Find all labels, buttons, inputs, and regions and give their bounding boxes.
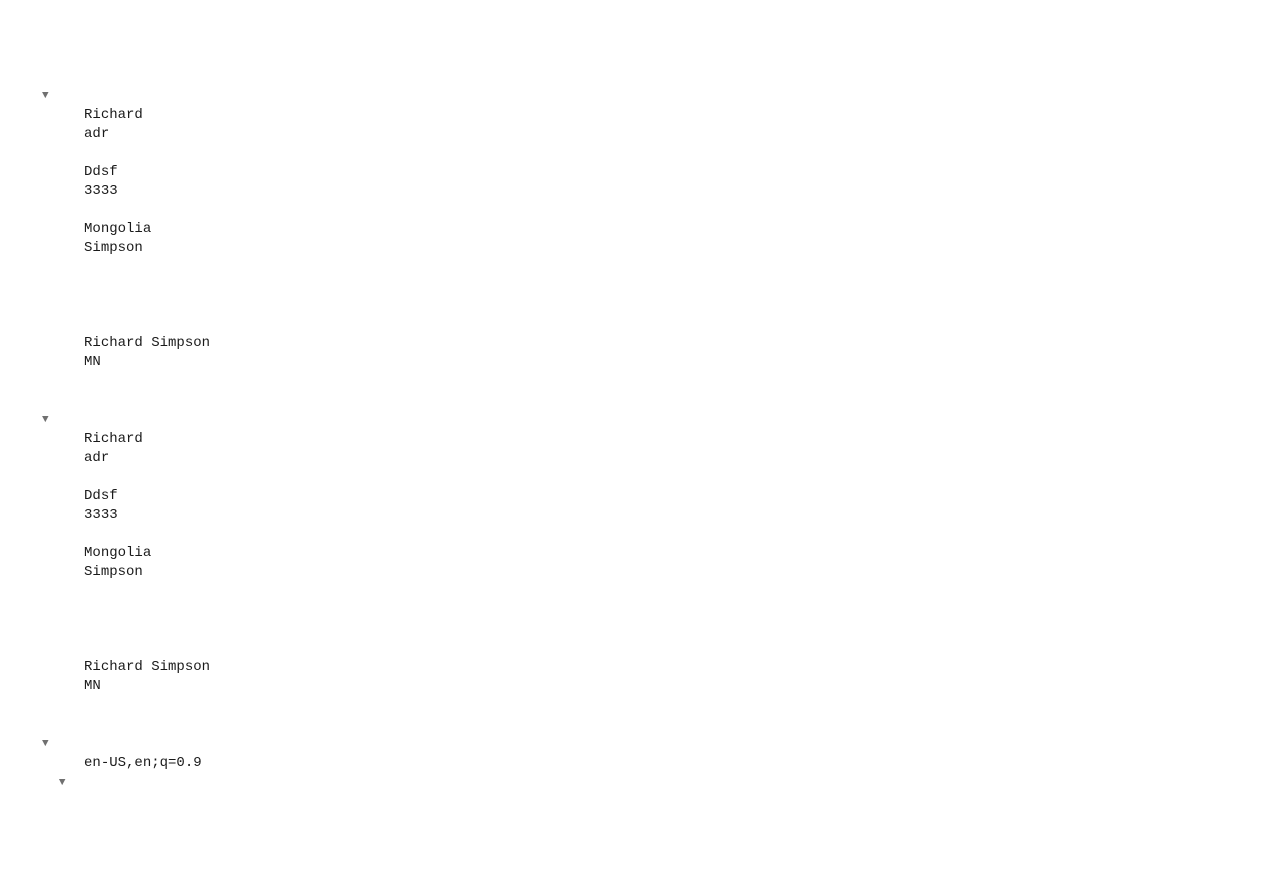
xml-line <box>0 372 1280 391</box>
indent <box>0 353 84 372</box>
xml-line <box>0 696 1280 715</box>
xml-text: Mongolia <box>84 545 151 561</box>
xml-line <box>0 315 1280 334</box>
xml-line <box>0 144 1280 163</box>
xml-line: Simpson <box>0 563 1280 582</box>
indent <box>0 487 84 506</box>
indent <box>0 410 42 429</box>
xml-line: Mongolia <box>0 220 1280 239</box>
xml-line: ▼ <box>0 773 1280 793</box>
indent <box>0 773 59 792</box>
indent <box>0 620 84 639</box>
indent <box>0 277 84 296</box>
collapse-arrow-icon[interactable]: ▼ <box>42 87 52 106</box>
indent <box>0 220 84 239</box>
xml-line: Simpson <box>0 239 1280 258</box>
xml-line: 3333 <box>0 182 1280 201</box>
indent <box>0 144 84 163</box>
indent <box>0 582 84 601</box>
xml-text: Richard <box>84 431 143 447</box>
xml-line <box>0 715 1280 734</box>
indent <box>0 125 84 144</box>
xml-line <box>0 258 1280 277</box>
xml-line <box>0 639 1280 658</box>
xml-text: Richard <box>84 107 143 123</box>
xml-text: Richard Simpson <box>84 659 210 675</box>
xml-line <box>0 277 1280 296</box>
xml-line: Ddsf <box>0 487 1280 506</box>
xml-text: adr <box>84 126 109 142</box>
xml-line <box>0 391 1280 410</box>
indent <box>0 715 67 734</box>
indent <box>0 525 84 544</box>
xml-text: Ddsf <box>84 488 118 504</box>
indent <box>0 544 84 563</box>
indent <box>0 658 84 677</box>
xml-line: Richard <box>0 106 1280 125</box>
indent <box>0 106 84 125</box>
indent <box>0 430 84 449</box>
xml-text: Mongolia <box>84 221 151 237</box>
xml-line: Richard Simpson <box>0 658 1280 677</box>
xml-line <box>0 601 1280 620</box>
indent <box>0 734 42 753</box>
indent <box>0 334 84 353</box>
xml-line <box>0 525 1280 544</box>
xml-line <box>0 67 1280 86</box>
xml-line: MN <box>0 353 1280 372</box>
collapse-arrow-icon[interactable]: ▼ <box>42 411 52 430</box>
indent <box>0 163 84 182</box>
xml-text: MN <box>84 354 101 370</box>
xml-text: Simpson <box>84 564 143 580</box>
xml-line: adr <box>0 449 1280 468</box>
indent <box>0 372 84 391</box>
xml-line: ▼ <box>0 410 1280 430</box>
xml-line: 3333 <box>0 506 1280 525</box>
indent <box>0 696 84 715</box>
indent <box>0 449 84 468</box>
xml-line: ▼ <box>0 734 1280 754</box>
indent <box>0 677 84 696</box>
indent <box>0 563 84 582</box>
indent <box>0 601 84 620</box>
indent <box>0 506 84 525</box>
xml-line: adr <box>0 125 1280 144</box>
xml-line <box>0 296 1280 315</box>
xml-line: ▼ <box>0 86 1280 106</box>
xml-text: Simpson <box>84 240 143 256</box>
xml-text: 3333 <box>84 507 118 523</box>
indent <box>0 315 84 334</box>
indent <box>0 86 42 105</box>
indent <box>0 182 84 201</box>
xml-line: Richard <box>0 430 1280 449</box>
xml-line <box>0 468 1280 487</box>
xml-line: en-US,en;q=0.9 <box>0 754 1280 773</box>
collapse-arrow-icon[interactable]: ▼ <box>42 735 52 754</box>
indent <box>0 239 84 258</box>
indent <box>0 296 84 315</box>
xml-line: Ddsf <box>0 163 1280 182</box>
xml-line: Mongolia <box>0 544 1280 563</box>
xml-text: en-US,en;q=0.9 <box>84 755 202 771</box>
indent <box>0 468 84 487</box>
xml-text: adr <box>84 450 109 466</box>
xml-text: MN <box>84 678 101 694</box>
indent <box>0 639 84 658</box>
collapse-arrow-icon[interactable]: ▼ <box>59 774 69 793</box>
indent <box>0 67 67 86</box>
indent <box>0 258 84 277</box>
xml-line <box>0 620 1280 639</box>
xml-line <box>0 582 1280 601</box>
xml-text: 3333 <box>84 183 118 199</box>
xml-tree-view[interactable]: ▼ Richard adr Ddsf 3333 Mongolia Simpson… <box>0 67 1280 793</box>
xml-line: MN <box>0 677 1280 696</box>
indent <box>0 754 84 773</box>
xml-text: Richard Simpson <box>84 335 210 351</box>
xml-line: Richard Simpson <box>0 334 1280 353</box>
xml-text: Ddsf <box>84 164 118 180</box>
xml-line <box>0 201 1280 220</box>
indent <box>0 201 84 220</box>
indent <box>0 391 67 410</box>
